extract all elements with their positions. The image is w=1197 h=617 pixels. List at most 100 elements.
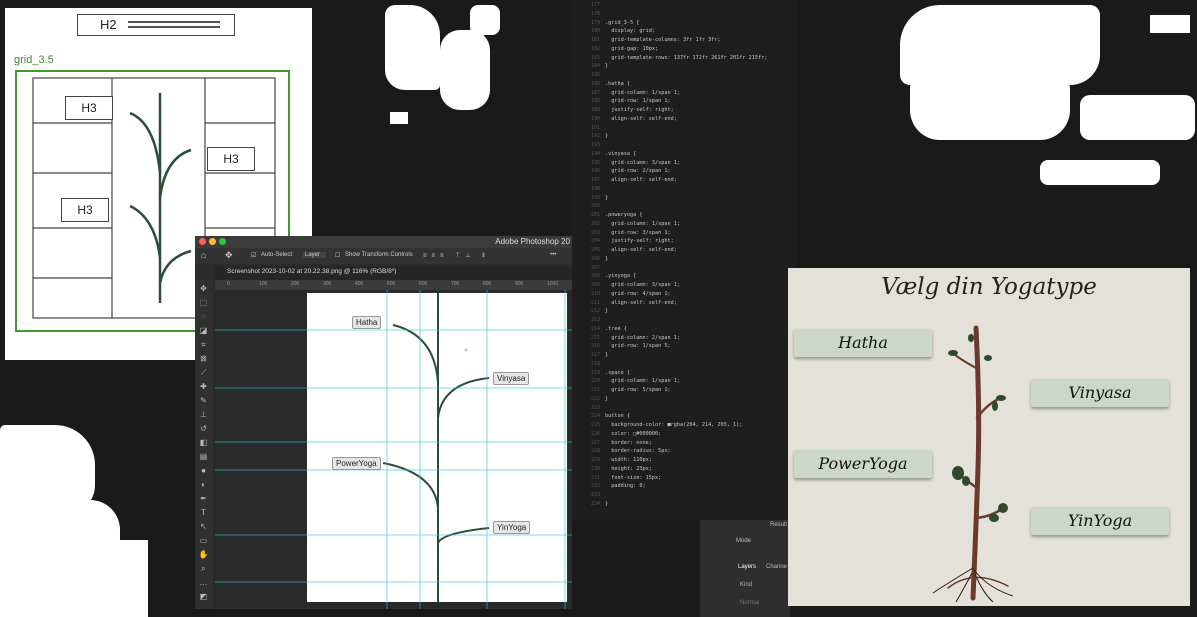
brush-tool-icon[interactable]: ✎	[198, 396, 209, 406]
align-icons[interactable]: ≡≡≡ ⊤⊥ ‖	[423, 252, 490, 259]
line-number: 189	[590, 107, 600, 113]
hand-tool-icon[interactable]: ✋	[198, 550, 209, 560]
ps-blend-mode[interactable]: Normal	[740, 600, 759, 606]
ruler-mark: 400	[355, 281, 364, 287]
line-number: 220	[590, 378, 600, 385]
code-line: grid-column: 3/span 1;	[605, 282, 680, 288]
background-blob	[1040, 160, 1160, 185]
code-line: }	[605, 63, 609, 70]
code-line: grid-row: 5/span 1;	[605, 387, 671, 393]
line-number: 184	[590, 63, 600, 70]
code-line: grid-gap: 10px;	[605, 45, 659, 52]
code-line: background-color: ■rgba(204, 214, 203, 1…	[605, 422, 743, 428]
ruler-mark: 100	[259, 281, 268, 287]
sketch-h3-box: H3	[207, 147, 255, 171]
ps-document-tab[interactable]: Screenshot 2023-10-02 at 20.22.38.png @ …	[227, 268, 396, 275]
code-line: }	[605, 500, 609, 507]
eraser-tool-icon[interactable]: ◧	[198, 438, 209, 448]
quick-select-tool-icon[interactable]: ◪	[198, 326, 209, 336]
crop-tool-icon[interactable]: ⌗	[198, 340, 209, 350]
maximize-window-icon[interactable]	[219, 238, 226, 245]
tree-illustration	[932, 325, 1014, 603]
poweryoga-button[interactable]: PowerYoga	[794, 450, 932, 478]
line-number: 203	[590, 229, 600, 236]
ps-titlebar: Adobe Photoshop 20	[195, 236, 572, 248]
frame-tool-icon[interactable]: ⊠	[198, 354, 209, 364]
sketch-h3-box: H3	[61, 198, 109, 222]
shape-tool-icon[interactable]: ▭	[198, 536, 209, 546]
code-line: grid-column: 3/span 1;	[605, 159, 680, 166]
zoom-tool-icon[interactable]: ⌕	[198, 564, 209, 574]
ps-layers-tab[interactable]: Layers	[738, 564, 756, 570]
code-line: align-self: self-end;	[605, 299, 677, 306]
line-number: 221	[590, 387, 600, 393]
move-tool-icon[interactable]: ✥	[198, 284, 209, 294]
layer-select[interactable]: Layer	[303, 252, 327, 258]
yinyoga-button[interactable]: YinYoga	[1031, 507, 1169, 535]
stamp-tool-icon[interactable]: ⊥	[198, 410, 209, 420]
gradient-tool-icon[interactable]: ▤	[198, 452, 209, 462]
transform-controls-checkbox[interactable]: ☐	[335, 252, 340, 259]
lasso-tool-icon[interactable]: ◌	[198, 312, 209, 322]
ps-kind-filter[interactable]: Kind	[740, 582, 752, 588]
ps-document-tabbar: Screenshot 2023-10-02 at 20.22.38.png @ …	[215, 266, 572, 280]
line-number: 181	[590, 37, 600, 43]
pen-tool-icon[interactable]: ✒	[198, 494, 209, 504]
ps-ruler: 0 100 200 300 400 500 600 700 800 900 1000	[215, 280, 572, 290]
close-window-icon[interactable]	[199, 238, 206, 245]
minimize-window-icon[interactable]	[209, 238, 216, 245]
code-line: button {	[605, 413, 630, 420]
line-number: 216	[590, 343, 600, 350]
line-number: 218	[590, 360, 600, 367]
more-tools-icon[interactable]: …	[198, 578, 209, 588]
code-editor[interactable]: 177 178 179 .grid_3-5 {180 display: grid; 18…	[572, 0, 797, 520]
code-line: align-self: self-end;	[605, 115, 677, 122]
code-line: width: 110px;	[605, 457, 652, 463]
ps-vinyasa-label: Vinyasa	[493, 372, 530, 385]
type-tool-icon[interactable]: T	[198, 508, 209, 518]
code-line: grid-row: 1/span 1;	[605, 98, 671, 105]
ps-guides	[215, 290, 572, 609]
line-number: 185	[590, 72, 600, 78]
line-number: 202	[590, 220, 600, 227]
move-tool-icon[interactable]: ✥	[225, 250, 233, 261]
line-number: 195	[590, 159, 600, 166]
history-brush-icon[interactable]: ↺	[198, 424, 209, 434]
home-icon[interactable]: ⌂	[201, 250, 206, 260]
ruler-mark: 500	[387, 281, 396, 287]
healing-tool-icon[interactable]: ✚	[198, 382, 209, 392]
more-options-icon[interactable]: •••	[550, 252, 556, 258]
code-line: justify-self: right;	[605, 238, 674, 245]
code-line: grid-template-rows: 137fr 172fr 261fr 20…	[605, 54, 768, 61]
ps-poweryoga-label: PowerYoga	[332, 457, 381, 470]
dodge-tool-icon[interactable]: ◐	[198, 480, 209, 490]
code-line: align-self: self-end;	[605, 247, 677, 253]
ps-channels-tab[interactable]: Channe	[766, 564, 787, 570]
photoshop-window: Adobe Photoshop 20 ⌂ ✥ ☑ Auto-Select: La…	[195, 236, 572, 609]
hatha-button[interactable]: Hatha	[794, 329, 932, 357]
code-line: display: grid;	[605, 28, 655, 35]
vinyasa-button[interactable]: Vinyasa	[1031, 379, 1169, 407]
line-number: 215	[590, 334, 600, 341]
code-line: grid-row: 3/span 1;	[605, 229, 671, 236]
line-number: 190	[590, 115, 600, 122]
line-number: 199	[590, 194, 600, 201]
marquee-tool-icon[interactable]: ⬚	[198, 298, 209, 308]
auto-select-checkbox[interactable]: ☑	[251, 252, 256, 259]
code-line: .vinyasa {	[605, 150, 637, 157]
line-number: 180	[590, 28, 600, 35]
blur-tool-icon[interactable]: ●	[198, 466, 209, 476]
line-number: 182	[590, 45, 600, 52]
code-line: }	[605, 133, 609, 140]
background-blob	[385, 5, 440, 90]
line-number: 187	[590, 89, 600, 96]
background-blob	[390, 112, 408, 124]
color-swatches-icon[interactable]: ◩	[198, 592, 209, 602]
eyedropper-tool-icon[interactable]: ⟋	[198, 368, 209, 378]
code-line: }	[605, 308, 609, 315]
path-select-icon[interactable]: ↖	[198, 522, 209, 532]
code-line: justify-self: right;	[605, 107, 674, 113]
code-line: }	[605, 255, 609, 262]
code-line: border: none;	[605, 439, 652, 446]
line-number: 205	[590, 247, 600, 253]
